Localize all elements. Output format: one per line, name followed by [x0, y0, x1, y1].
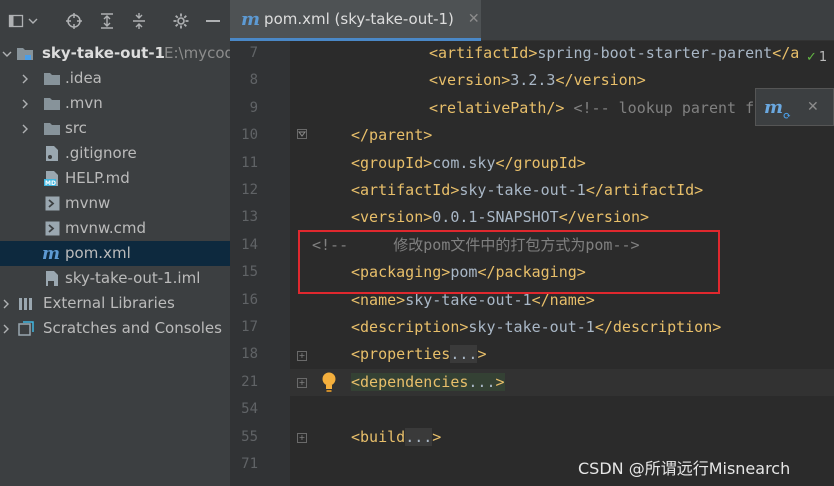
code-text: <relativePath/> <!-- lookup parent from — [429, 95, 781, 122]
code-token: ... — [405, 428, 433, 446]
code-text: <version>0.0.1-SNAPSHOT</version> — [351, 204, 649, 231]
code-token: </version> — [555, 71, 646, 89]
code-token: </description> — [594, 318, 722, 336]
code-text: <artifactId>spring-boot-starter-parent</… — [429, 40, 799, 67]
code-token: </groupId> — [495, 154, 586, 172]
code-token: > — [432, 428, 442, 446]
line-number[interactable]: 71 — [230, 451, 258, 478]
code-token: <artifactId> — [429, 44, 538, 62]
fold-end-marker-icon[interactable] — [297, 129, 307, 139]
inspection-widget[interactable]: ✓ 1 — [806, 44, 834, 70]
code-token: 0.0.1-SNAPSHOT — [432, 208, 559, 226]
code-token: </version> — [558, 208, 650, 226]
collapse-all-icon[interactable] — [129, 11, 149, 31]
code-token: <properties — [351, 345, 451, 363]
code-token: </parent> — [351, 126, 433, 144]
code-token: <description> — [351, 318, 469, 336]
code-line[interactable]: 10 </parent> — [0, 122, 834, 149]
close-icon[interactable]: ✕ — [807, 99, 819, 115]
code-token: sky-take-out-1 — [459, 181, 586, 199]
line-number[interactable]: 16 — [230, 287, 258, 314]
fold-expand-icon[interactable]: + — [297, 351, 307, 361]
line-number[interactable]: 12 — [230, 177, 258, 204]
code-token: <dependencies — [351, 373, 469, 391]
code-token: ... — [468, 373, 496, 391]
line-number[interactable]: 18 — [230, 341, 258, 368]
line-number[interactable]: 55 — [230, 424, 258, 451]
line-number[interactable]: 11 — [230, 150, 258, 177]
code-line[interactable]: 18 <properties...> — [0, 341, 834, 368]
code-text: <artifactId>sky-take-out-1</artifactId> — [351, 177, 703, 204]
code-token: ... — [450, 345, 478, 363]
tab-title: pom.xml (sky-take-out-1) — [264, 10, 454, 28]
minimize-icon[interactable] — [203, 11, 223, 31]
line-number[interactable]: 14 — [230, 232, 258, 259]
code-token: </a — [772, 44, 800, 62]
code-text: </parent> — [351, 122, 432, 149]
line-number[interactable]: 8 — [230, 67, 258, 94]
code-token: 3.2.3 — [510, 71, 556, 89]
lightbulb-icon[interactable] — [320, 371, 338, 393]
code-token: <artifactId> — [351, 181, 460, 199]
editor-tab-bar: m pom.xml (sky-take-out-1) ✕ — [230, 0, 834, 41]
code-line[interactable]: 17 <description>sky-take-out-1</descripti… — [0, 314, 834, 341]
maven-file-icon: m — [241, 8, 261, 30]
code-text: <description>sky-take-out-1</description… — [351, 314, 721, 341]
code-line[interactable]: 7 <artifactId>spring-boot-starter-parent<… — [0, 40, 834, 67]
check-icon: ✓ — [806, 49, 817, 65]
code-line[interactable]: 12 <artifactId>sky-take-out-1</artifactId… — [0, 177, 834, 204]
code-text: <properties...> — [351, 341, 486, 368]
inspection-count: 1 — [818, 49, 828, 65]
tab-pom-xml[interactable]: m pom.xml (sky-take-out-1) ✕ — [230, 0, 481, 41]
chevron-down-icon[interactable] — [26, 11, 40, 31]
line-number[interactable]: 17 — [230, 314, 258, 341]
code-token: com.sky — [432, 154, 496, 172]
maven-reload-popup[interactable]: m ⟳ ✕ — [755, 88, 834, 126]
code-token: <version> — [429, 71, 511, 89]
code-line[interactable]: 8 <version>3.2.3</version> — [0, 67, 834, 94]
code-text: <dependencies...> — [351, 369, 505, 396]
line-number[interactable]: 10 — [230, 122, 258, 149]
code-text: <groupId>com.sky</groupId> — [351, 150, 586, 177]
line-number[interactable]: 7 — [230, 40, 258, 67]
watermark: CSDN @所谓远行Misnearch — [578, 459, 791, 478]
code-token: > — [477, 345, 487, 363]
highlight-annotation-box — [298, 230, 720, 294]
code-line[interactable]: 11 <groupId>com.sky</groupId> — [0, 150, 834, 177]
code-line[interactable]: 21 <dependencies...> — [0, 369, 834, 396]
expand-all-icon[interactable] — [97, 11, 117, 31]
code-line[interactable]: 13 <version>0.0.1-SNAPSHOT</version> — [0, 204, 834, 231]
settings-icon[interactable] — [171, 11, 191, 31]
project-toolbar — [0, 0, 230, 41]
code-text: <version>3.2.3</version> — [429, 67, 646, 94]
line-number[interactable]: 15 — [230, 259, 258, 286]
line-number[interactable]: 13 — [230, 204, 258, 231]
code-line[interactable]: 54 — [0, 396, 834, 423]
code-line[interactable]: 55 <build...> — [0, 424, 834, 451]
code-token: sky-take-out-1 — [468, 318, 595, 336]
line-number[interactable]: 9 — [230, 95, 258, 122]
code-token: > — [495, 373, 505, 391]
line-number[interactable]: 21 — [230, 369, 258, 396]
code-token: </artifactId> — [585, 181, 704, 199]
fold-expand-icon[interactable]: + — [297, 378, 307, 388]
code-token: spring-boot-starter-parent — [537, 44, 773, 62]
project-view-icon[interactable] — [6, 11, 26, 31]
code-token: <relativePath/> — [429, 99, 565, 117]
code-token: <build — [351, 428, 406, 446]
code-token: <version> — [351, 208, 433, 226]
close-icon[interactable]: ✕ — [468, 11, 480, 27]
code-line[interactable]: 9 <relativePath/> <!-- lookup parent from — [0, 95, 834, 122]
fold-expand-icon[interactable]: + — [297, 433, 307, 443]
maven-reload-icon[interactable]: m ⟳ — [764, 97, 791, 122]
line-number[interactable]: 54 — [230, 396, 258, 423]
code-text: <build...> — [351, 424, 441, 451]
code-token: <!-- lookup parent from — [573, 99, 782, 117]
code-token: <groupId> — [351, 154, 433, 172]
locate-icon[interactable] — [64, 11, 84, 31]
